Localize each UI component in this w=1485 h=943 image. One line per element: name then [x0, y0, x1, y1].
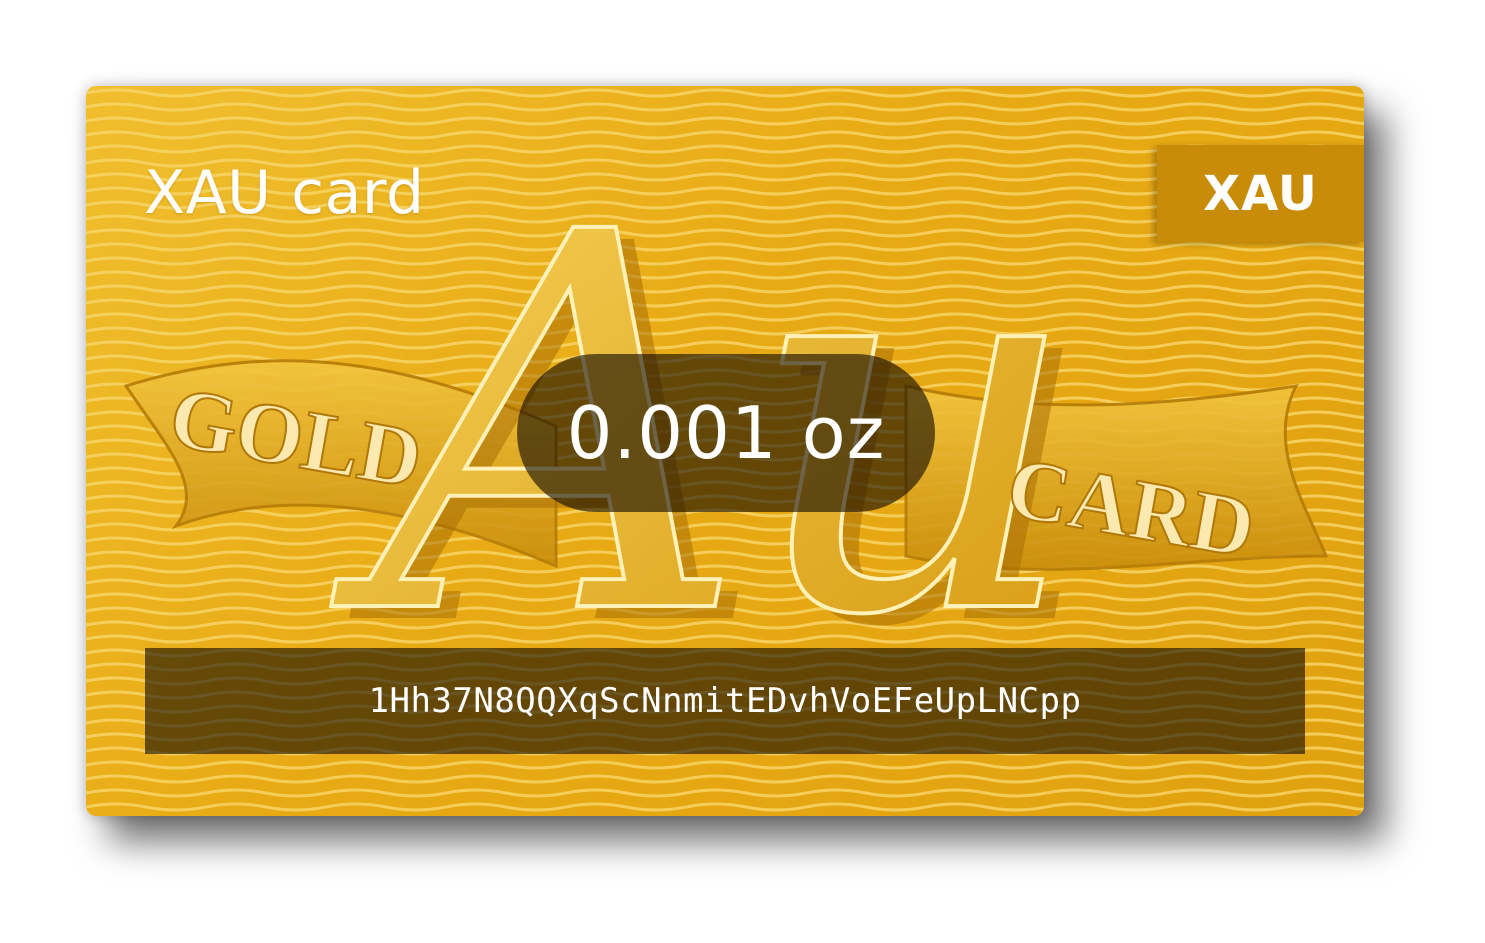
balance-amount: 0.001 oz	[566, 391, 886, 475]
wallet-address-bar[interactable]: 1Hh37N8QQXqScNnmitEDvhVoEFeUpLNCpp	[145, 648, 1305, 754]
currency-badge: XAU	[1157, 145, 1364, 242]
gold-card[interactable]: Au Au GOLD CARD XAU card XAU 0.001 oz 1H…	[86, 86, 1364, 816]
stage: Au Au GOLD CARD XAU card XAU 0.001 oz 1H…	[0, 0, 1485, 943]
card-title: XAU card	[144, 158, 425, 228]
currency-code: XAU	[1203, 165, 1318, 222]
balance-pill: 0.001 oz	[517, 354, 935, 512]
wallet-address[interactable]: 1Hh37N8QQXqScNnmitEDvhVoEFeUpLNCpp	[369, 681, 1082, 721]
